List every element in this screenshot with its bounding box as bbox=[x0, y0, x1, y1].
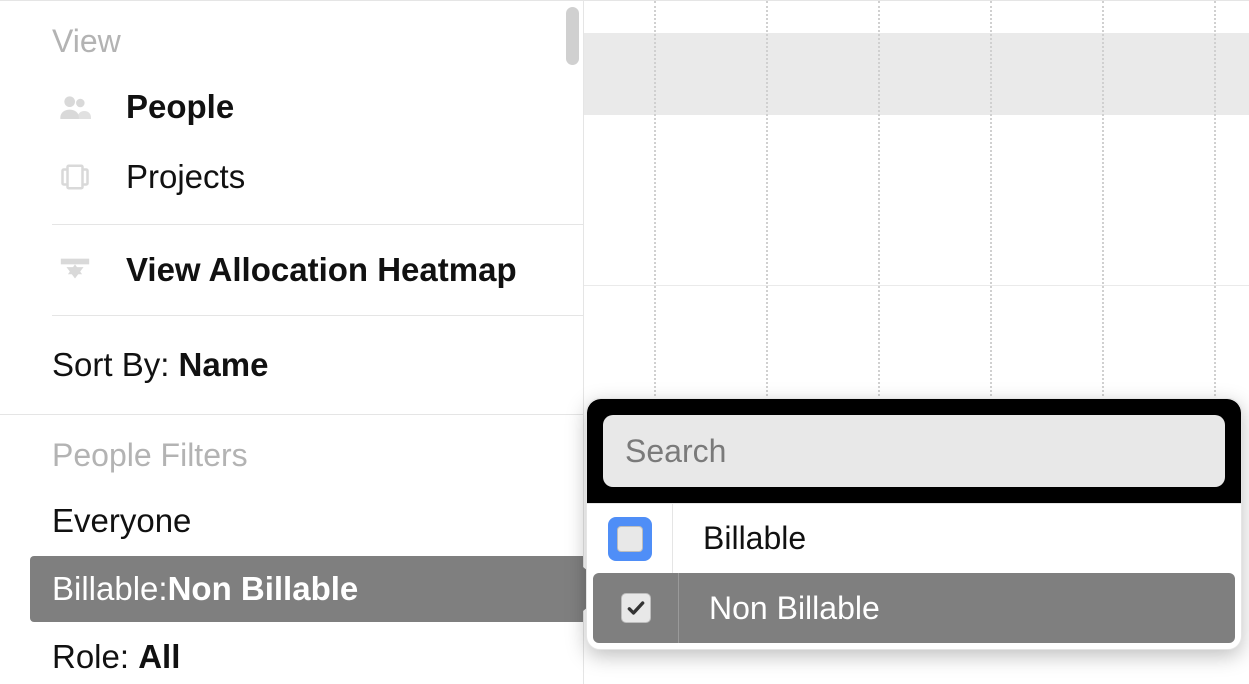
grid-line bbox=[990, 1, 992, 396]
filter-option-non-billable[interactable]: Non Billable bbox=[593, 573, 1235, 643]
sidebar-item-label: Projects bbox=[126, 158, 245, 196]
projects-icon bbox=[52, 154, 98, 200]
search-input[interactable] bbox=[603, 415, 1225, 487]
filter-value: All bbox=[138, 638, 180, 675]
grid-header-band bbox=[584, 33, 1249, 115]
filter-value: Non Billable bbox=[168, 570, 359, 608]
heatmap-icon bbox=[52, 247, 98, 293]
sort-value: Name bbox=[179, 346, 269, 383]
grid-line bbox=[766, 1, 768, 396]
sidebar-item-heatmap[interactable]: View Allocation Heatmap bbox=[0, 225, 583, 315]
popover-search-wrap bbox=[587, 399, 1241, 503]
filter-label: Billable: bbox=[52, 570, 168, 608]
scrollbar-thumb[interactable] bbox=[566, 7, 579, 65]
checkbox-unchecked-focused[interactable] bbox=[608, 517, 652, 561]
option-label: Billable bbox=[673, 520, 806, 557]
filter-option-billable[interactable]: Billable bbox=[587, 503, 1241, 573]
option-label: Non Billable bbox=[679, 590, 880, 627]
sidebar: View People Projects bbox=[0, 0, 584, 684]
filter-role[interactable]: Role: All bbox=[0, 622, 583, 684]
billable-filter-popover: Billable Non Billable bbox=[586, 398, 1242, 650]
grid-line bbox=[1214, 1, 1216, 396]
checkbox-cell[interactable] bbox=[587, 504, 673, 573]
sidebar-item-projects[interactable]: Projects bbox=[0, 142, 583, 212]
people-filters-header: People Filters bbox=[0, 415, 583, 486]
sidebar-item-people[interactable]: People bbox=[0, 72, 583, 142]
grid-line bbox=[654, 1, 656, 396]
grid-line bbox=[1102, 1, 1104, 396]
people-icon bbox=[52, 84, 98, 130]
sidebar-item-label: People bbox=[126, 88, 234, 126]
sort-by-row[interactable]: Sort By: Name bbox=[0, 316, 583, 415]
view-section-header: View bbox=[0, 1, 583, 72]
filter-label: Everyone bbox=[52, 502, 191, 539]
filter-label: Role: bbox=[52, 638, 138, 675]
sort-label: Sort By: bbox=[52, 346, 179, 383]
filter-billable[interactable]: Billable: Non Billable bbox=[30, 556, 583, 622]
grid-hline bbox=[584, 285, 1249, 286]
sidebar-item-label: View Allocation Heatmap bbox=[126, 251, 517, 289]
checkbox-cell[interactable] bbox=[593, 573, 679, 643]
grid-line bbox=[878, 1, 880, 396]
filter-everyone[interactable]: Everyone bbox=[0, 486, 583, 556]
checkbox-checked[interactable] bbox=[621, 593, 651, 623]
